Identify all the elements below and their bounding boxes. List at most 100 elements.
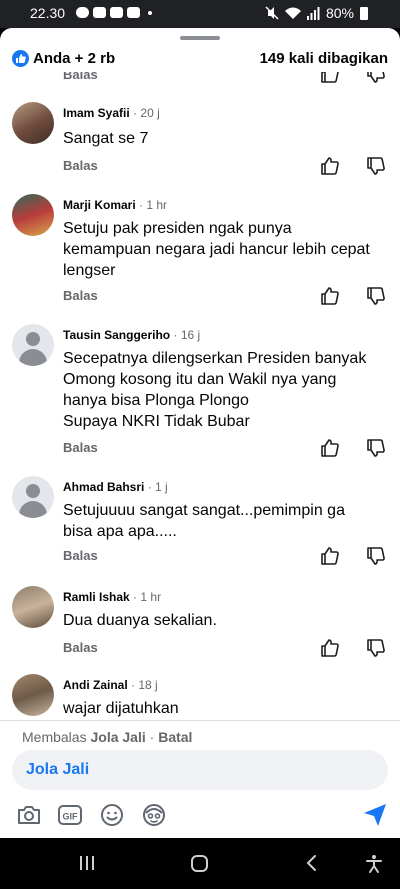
comment-meta: Marji Komari · 1 hr: [63, 198, 167, 212]
comment-line: Supaya NKRI Tidak Bubar: [63, 413, 250, 430]
comment-text: Secepatnya dilengserkan Presiden banyak …: [63, 348, 388, 432]
comment-text: Setuju pak presiden ngak punya kemampuan…: [63, 218, 388, 281]
comment-item: Ahmad Bahsri · 1 j Setujuuuu sangat sang…: [0, 476, 400, 576]
comment-meta: Ahmad Bahsri · 1 j: [63, 480, 168, 494]
comment-text: Setujuuuu sangat sangat...pemimpin ga bi…: [63, 500, 388, 542]
reply-button[interactable]: Balas: [63, 440, 98, 455]
signal-icon: [306, 6, 320, 20]
comment-item: Ramli Ishak · 1 hr Dua duanya sekalian. …: [0, 586, 400, 666]
like-icon[interactable]: [320, 638, 340, 658]
avatar[interactable]: [12, 102, 54, 144]
like-icon[interactable]: [320, 156, 340, 176]
replying-to-text: Membalas Jola Jali · Batal: [22, 729, 192, 745]
replying-to-bar: Membalas Jola Jali · Batal: [0, 720, 400, 750]
comment-text: Dua duanya sekalian.: [63, 610, 388, 631]
dislike-icon[interactable]: [366, 156, 386, 176]
send-icon[interactable]: [362, 802, 388, 828]
reply-button[interactable]: Balas: [63, 640, 98, 655]
avatar[interactable]: [12, 586, 54, 628]
dislike-icon[interactable]: [366, 72, 386, 84]
recent-apps-icon[interactable]: [78, 854, 96, 872]
comment-meta: Imam Syafii · 20 j: [63, 106, 160, 120]
avatar[interactable]: [12, 674, 54, 716]
composer-toolbar: GIF: [0, 796, 400, 836]
comment-time[interactable]: 20 j: [140, 106, 159, 120]
comment-time[interactable]: 16 j: [181, 328, 200, 342]
comment-item: Marji Komari · 1 hr Setuju pak presiden …: [0, 194, 400, 314]
comment-author[interactable]: Marji Komari: [63, 198, 136, 212]
comment-text: Sangat se 7: [63, 128, 388, 149]
comment-item: Imam Syafii · 20 j Sangat se 7 Balas: [0, 102, 400, 182]
dislike-icon[interactable]: [366, 638, 386, 658]
comment-meta: Andi Zainal · 18 j: [63, 678, 158, 692]
status-notification-icons: [76, 7, 152, 18]
comment-line: Omong kosong itu dan Wakil nya yang: [63, 371, 337, 388]
dislike-icon[interactable]: [366, 438, 386, 458]
shares-count[interactable]: 149 kali dibagikan: [260, 50, 388, 67]
reply-button[interactable]: Balas: [63, 288, 98, 303]
comment-line: wajar dijatuhkan: [63, 700, 179, 717]
comment-text: wajar dijatuhkan: [63, 698, 388, 719]
dot-icon: [148, 11, 152, 15]
system-nav-bar: [0, 838, 400, 889]
gmail-icon: [93, 7, 106, 18]
cloud-icon: [76, 7, 89, 18]
dislike-icon[interactable]: [366, 546, 386, 566]
comment-line: Setujuuuu sangat sangat...pemimpin ga: [63, 502, 345, 519]
gif-icon[interactable]: GIF: [57, 802, 83, 828]
like-icon[interactable]: [320, 72, 340, 84]
comment-input[interactable]: Jola Jali: [12, 750, 388, 790]
reply-button[interactable]: Balas: [63, 72, 98, 82]
comment-time[interactable]: 18 j: [138, 678, 157, 692]
comment-line: bisa apa apa.....: [63, 523, 177, 540]
reply-button[interactable]: Balas: [63, 158, 98, 173]
meta-separator: ·: [131, 678, 136, 692]
check-icon: [110, 7, 123, 18]
cancel-reply-button[interactable]: Batal: [158, 729, 192, 745]
comment-item: Tausin Sanggeriho · 16 j Secepatnya dile…: [0, 324, 400, 464]
comment-line: Setuju pak presiden ngak punya: [63, 220, 292, 237]
like-icon[interactable]: [320, 438, 340, 458]
comment-author[interactable]: Ahmad Bahsri: [63, 480, 144, 494]
like-icon[interactable]: [320, 286, 340, 306]
avatar[interactable]: [12, 324, 54, 366]
avatar-sticker-icon[interactable]: [141, 802, 167, 828]
avatar[interactable]: [12, 194, 54, 236]
like-icon[interactable]: [320, 546, 340, 566]
comment-line: Secepatnya dilengserkan Presiden banyak: [63, 350, 367, 367]
comment-author[interactable]: Ramli Ishak: [63, 590, 130, 604]
status-system-icons: 80%: [265, 5, 368, 21]
sheet-drag-handle[interactable]: [180, 36, 220, 40]
comment-list[interactable]: Balas Imam Syafii · 20 j Sangat se 7 Bal…: [0, 72, 400, 720]
camera-icon[interactable]: [16, 802, 42, 828]
youtube-icon: [127, 7, 140, 18]
comment-time[interactable]: 1 hr: [140, 590, 161, 604]
meta-separator: ·: [133, 590, 138, 604]
dislike-icon[interactable]: [366, 286, 386, 306]
comment-item: Andi Zainal · 18 j wajar dijatuhkan: [0, 674, 400, 720]
reactions-summary[interactable]: Anda + 2 rb: [33, 50, 115, 67]
reply-button[interactable]: Balas: [63, 548, 98, 563]
status-bar: 22.30 80%: [0, 0, 400, 28]
meta-separator: ·: [147, 480, 152, 494]
replying-to-name: Jola Jali: [90, 729, 146, 745]
comment-time[interactable]: 1 j: [155, 480, 168, 494]
battery-icon: [360, 6, 368, 20]
comment-line: kemampuan negara jadi hancur lebih cepat: [63, 241, 370, 258]
home-icon[interactable]: [190, 854, 209, 873]
partial-comment-actions: Balas: [0, 72, 400, 86]
battery-percent: 80%: [325, 5, 354, 21]
accessibility-icon[interactable]: [364, 854, 384, 874]
replying-prefix: Membalas: [22, 729, 87, 745]
comment-author[interactable]: Tausin Sanggeriho: [63, 328, 170, 342]
comment-time[interactable]: 1 hr: [146, 198, 167, 212]
comment-line: lengser: [63, 262, 116, 279]
avatar[interactable]: [12, 476, 54, 518]
back-icon[interactable]: [303, 854, 321, 872]
comment-author[interactable]: Andi Zainal: [63, 678, 128, 692]
mute-icon: [265, 6, 279, 20]
comment-meta: Tausin Sanggeriho · 16 j: [63, 328, 200, 342]
comment-author[interactable]: Imam Syafii: [63, 106, 130, 120]
meta-separator: ·: [173, 328, 178, 342]
emoji-icon[interactable]: [99, 802, 125, 828]
